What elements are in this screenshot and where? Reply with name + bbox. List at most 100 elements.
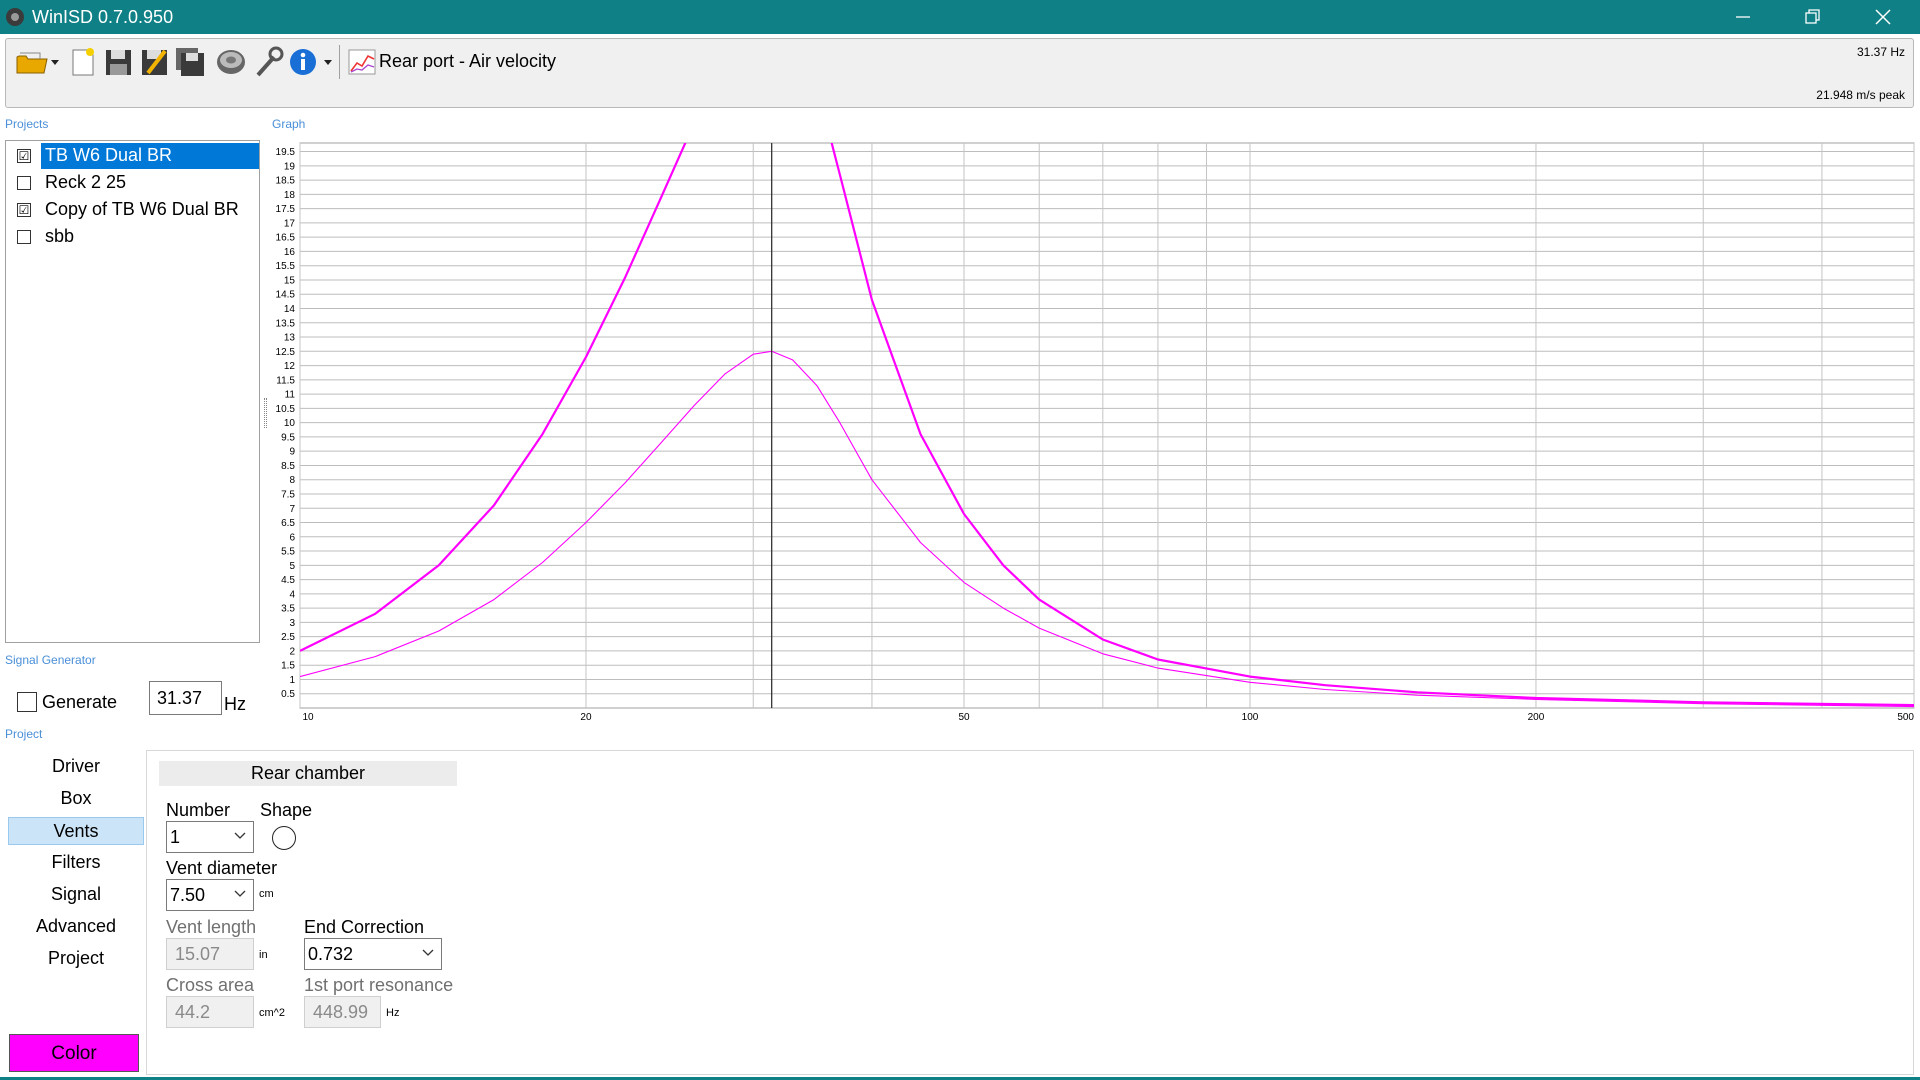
y-tick-label: 7 (289, 504, 295, 515)
vent-number-select[interactable]: 1 (166, 821, 254, 853)
y-tick-label: 16 (284, 247, 296, 258)
y-tick-label: 17 (284, 218, 296, 229)
project-item[interactable]: sbb (11, 224, 258, 250)
rear-chamber-header[interactable]: Rear chamber (159, 761, 457, 786)
save-as-icon[interactable] (138, 45, 170, 79)
graph-section-label: Graph (272, 117, 306, 131)
y-tick-label: 10.5 (276, 404, 296, 415)
signal-generator-section-label: Signal Generator (5, 653, 96, 667)
projects-list[interactable]: ☑ TB W6 Dual BR Reck 2 25 ☑ Copy of TB W… (5, 140, 260, 643)
info-icon[interactable] (288, 45, 334, 79)
project-checkbox[interactable]: ☑ (17, 149, 31, 163)
y-tick-label: 12.5 (276, 347, 296, 358)
vent-length-label: Vent length (166, 917, 257, 937)
y-tick-label: 4 (289, 589, 295, 600)
x-tick-label: 20 (580, 712, 592, 720)
project-checkbox[interactable]: ☑ (17, 203, 31, 217)
port-resonance-unit: Hz (386, 1007, 400, 1019)
save-icon[interactable] (102, 45, 134, 79)
graph-type-label[interactable]: Rear port - Air velocity (379, 51, 556, 72)
y-tick-label: 11.5 (276, 375, 295, 386)
number-label: Number (166, 800, 231, 820)
open-folder-icon[interactable] (14, 45, 60, 79)
restore-button[interactable] (1778, 0, 1848, 34)
vent-length-field: 15.07 (166, 938, 254, 970)
project-item[interactable]: ☑ Copy of TB W6 Dual BR (11, 197, 258, 223)
y-tick-label: 19.5 (276, 147, 296, 158)
y-tick-label: 3.5 (281, 604, 295, 615)
y-tick-label: 13 (284, 333, 296, 344)
driver-icon[interactable] (215, 45, 247, 79)
project-checkbox[interactable] (17, 176, 31, 190)
project-item[interactable]: Reck 2 25 (11, 170, 258, 196)
y-tick-label: 13.5 (276, 318, 296, 329)
y-tick-label: 14.5 (276, 290, 296, 301)
nav-signal[interactable]: Signal (8, 881, 144, 909)
y-tick-label: 9 (289, 447, 295, 458)
graph-type-icon[interactable] (346, 45, 378, 79)
project-checkbox[interactable] (17, 230, 31, 244)
y-tick-label: 0.5 (281, 689, 295, 700)
save-all-icon[interactable] (174, 45, 206, 79)
y-tick-label: 5 (289, 561, 295, 572)
new-document-icon[interactable] (66, 45, 98, 79)
shape-label: Shape (260, 800, 313, 820)
port-resonance-label: 1st port resonance (304, 975, 454, 995)
cross-area-label: Cross area (166, 975, 255, 995)
y-tick-label: 8.5 (281, 461, 295, 472)
minimize-button[interactable] (1708, 0, 1778, 34)
vent-diameter-unit[interactable]: cm (259, 888, 274, 900)
app-icon (6, 8, 24, 26)
vent-length-unit[interactable]: in (259, 949, 268, 961)
x-tick-label: 10 (302, 712, 314, 720)
y-tick-label: 19 (284, 161, 296, 172)
x-tick-label: 50 (958, 712, 970, 720)
project-name[interactable]: TB W6 Dual BR (41, 143, 259, 169)
title-bar: WinISD 0.7.0.950 (0, 0, 1920, 34)
project-item[interactable]: ☑ TB W6 Dual BR (11, 143, 259, 169)
y-tick-label: 6 (289, 532, 295, 543)
y-tick-label: 12 (284, 361, 296, 372)
vent-diameter-label: Vent diameter (166, 858, 278, 878)
nav-filters[interactable]: Filters (8, 849, 144, 877)
cross-area-unit[interactable]: cm^2 (259, 1007, 285, 1019)
color-button[interactable]: Color (9, 1034, 139, 1072)
y-tick-label: 16.5 (276, 233, 296, 244)
nav-project[interactable]: Project (8, 945, 144, 973)
vent-diameter-select[interactable]: 7.50 (166, 879, 254, 911)
project-name[interactable]: Copy of TB W6 Dual BR (41, 197, 259, 223)
y-tick-label: 18 (284, 190, 296, 201)
y-tick-label: 11 (285, 390, 296, 401)
wrench-icon[interactable] (252, 45, 284, 79)
generate-checkbox[interactable] (17, 692, 37, 712)
x-tick-label: 100 (1242, 712, 1259, 720)
x-tick-label: 200 (1528, 712, 1545, 720)
port-resonance-field: 448.99 (304, 996, 381, 1028)
air-velocity-graph[interactable]: 0.511.522.533.544.555.566.577.588.599.51… (270, 140, 1920, 720)
panel-splitter-handle[interactable] (264, 398, 267, 428)
restore-icon (1805, 9, 1820, 24)
end-correction-select[interactable]: 0.732 (304, 938, 442, 970)
plot-area (299, 142, 1915, 709)
project-name[interactable]: sbb (41, 224, 259, 250)
y-tick-label: 15.5 (276, 261, 296, 272)
nav-driver[interactable]: Driver (8, 753, 144, 781)
project-name[interactable]: Reck 2 25 (41, 170, 259, 196)
end-correction-label: End Correction (304, 917, 425, 937)
y-tick-label: 5.5 (281, 547, 295, 558)
y-tick-label: 15 (284, 275, 296, 286)
cross-area-field: 44.2 (166, 996, 254, 1028)
round-shape-option[interactable] (272, 826, 296, 850)
chevron-down-icon (422, 949, 434, 956)
y-tick-label: 2.5 (281, 632, 295, 643)
y-tick-label: 6.5 (281, 518, 295, 529)
y-tick-label: 9.5 (281, 432, 295, 443)
y-tick-label: 1.5 (281, 661, 295, 672)
vent-diameter-value: 7.50 (170, 885, 206, 905)
nav-advanced[interactable]: Advanced (8, 913, 144, 941)
close-button[interactable] (1848, 0, 1918, 34)
nav-box[interactable]: Box (8, 785, 144, 813)
vents-panel (146, 750, 1914, 1075)
generator-frequency-input[interactable]: 31.37 (149, 681, 222, 715)
nav-vents[interactable]: Vents (8, 817, 144, 845)
